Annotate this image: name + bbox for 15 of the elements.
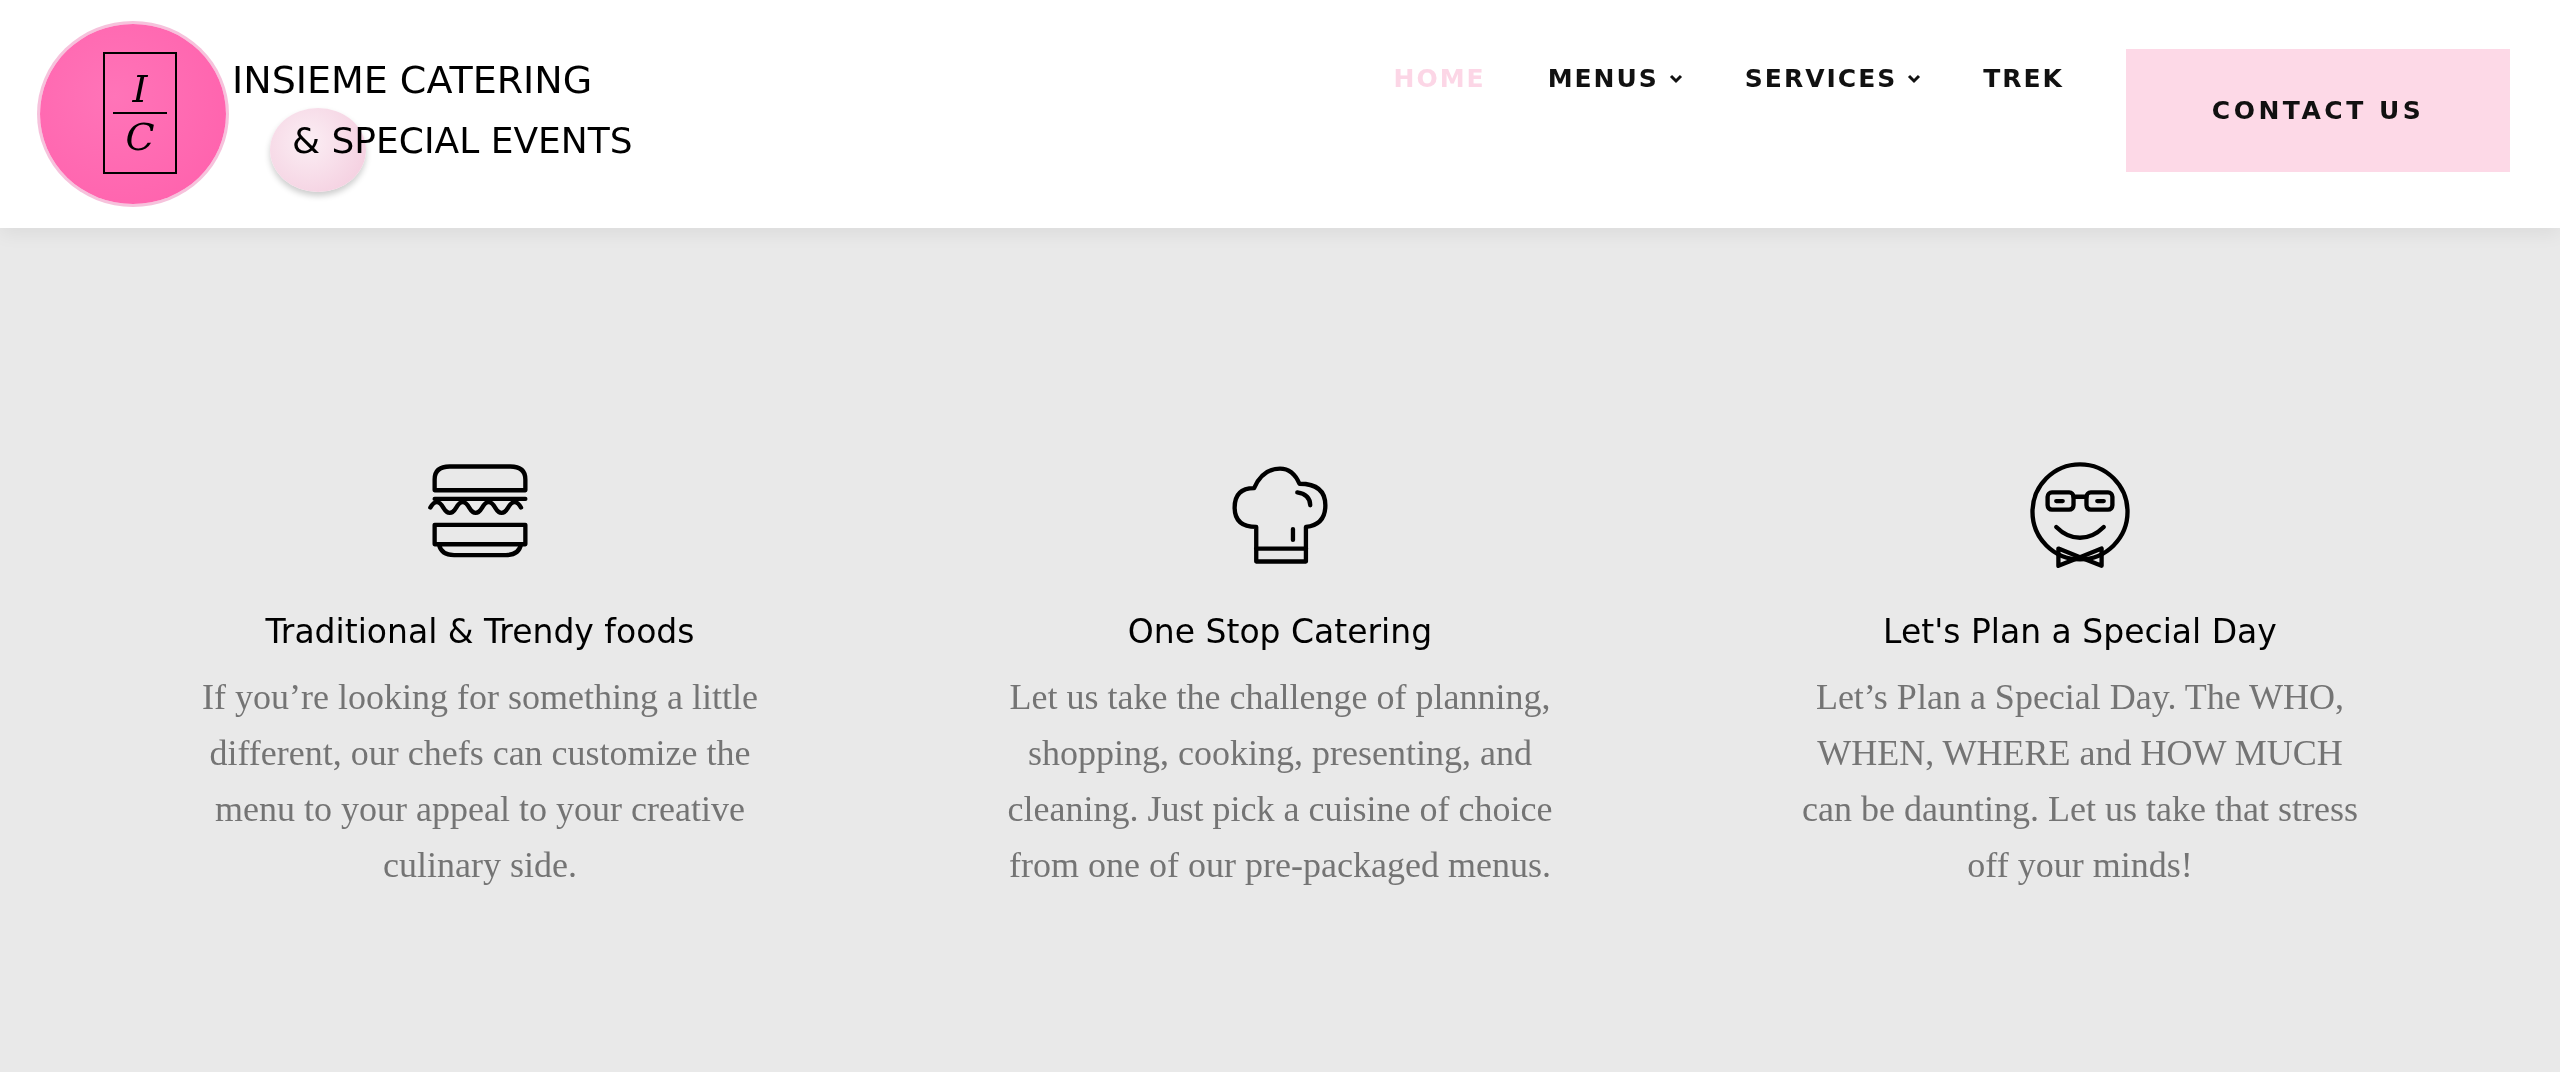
nav-link[interactable]: MENUS (1547, 64, 1683, 93)
logo-monogram: I C (103, 52, 177, 174)
feature-title: Traditional & Trendy foods (265, 612, 695, 651)
nav-link[interactable]: SERVICES (1744, 64, 1922, 93)
nav-link[interactable]: TREK (1983, 64, 2064, 93)
contact-button[interactable]: CONTACT US (2126, 49, 2510, 172)
feature-title: One Stop Catering (1127, 612, 1433, 651)
caret-icon (1907, 73, 1922, 84)
caret-icon (1668, 73, 1683, 84)
feature-description: Let us take the challenge of planning, shopping, cooking, presenting, and cleaning. Just pick a cuisine of choice from one of our pre-packaged menus. (1006, 676, 1554, 887)
logo-title: INSIEME CATERING (232, 58, 593, 102)
feature-description: Let’s Plan a Special Day. The WHO, WHEN, WHERE and HOW MUCH can be daunting. Let us take that stress off your minds! (1801, 676, 2359, 887)
logo-subtitle: & SPECIAL EVENTS (292, 120, 633, 161)
feature-title: Let's Plan a Special Day (1883, 612, 2277, 651)
feature-description: If you’re looking for something a little different, our chefs can customize the menu to your appeal to your creative culinary side. (201, 676, 759, 887)
